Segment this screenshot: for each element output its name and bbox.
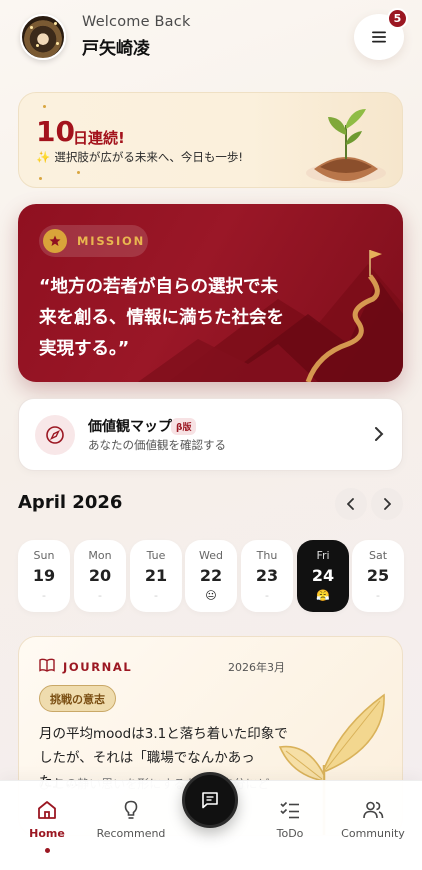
tab-recommend[interactable]: Recommend [86,799,176,840]
menu-button[interactable]: 5 [354,8,408,60]
values-map-subtitle: あなたの価値観を確認する [88,438,226,452]
checklist-icon [280,801,299,819]
tab-community[interactable]: Community [328,799,418,840]
chat-icon [202,792,218,809]
chevron-right-icon [375,427,384,441]
chevron-right-icon [384,498,391,510]
tab-todo[interactable]: ToDo [245,799,335,840]
menu-icon [372,31,386,43]
star-icon [43,229,67,253]
day-wed[interactable]: Wed 22 😐 [185,540,237,612]
day-thu[interactable]: Thu 23- [241,540,293,612]
mission-tag: MISSION [39,225,148,257]
values-map-title: 価値観マップ [88,419,172,435]
users-icon [363,801,384,819]
day-sat[interactable]: Sat 25- [352,540,404,612]
avatar[interactable] [20,14,66,60]
day-mon[interactable]: Mon 20- [74,540,126,612]
header: Welcome Back 戸矢崎凌 5 [20,8,408,64]
chat-button[interactable] [182,772,238,828]
mission-statement: “地方の若者が自らの選択で未来を創る、情報に満ちた社会を実現する。” [39,277,284,359]
streak-label: 日連続! [73,129,125,147]
lightbulb-icon [124,800,138,819]
week-strip: Sun 19- Mon 20- Tue 21- Wed 22 😐 Thu 23- Fri 24… [18,540,404,612]
welcome-text: Welcome Back [82,14,191,30]
prev-week-button[interactable] [335,488,367,520]
mood-emoji: 😤 [316,589,330,602]
next-week-button[interactable] [371,488,403,520]
calendar-title: April 2026 [18,492,123,513]
mission-card[interactable]: MISSION “地方の若者が自らの選択で未来を創る、情報に満ちた社会を実現する… [18,204,403,382]
streak-subtitle: ✨ 選択肢が広がる未来へ、今日も一歩! [36,150,243,164]
sprout-icon [306,109,386,183]
compass-icon [35,415,75,455]
day-sun[interactable]: Sun 19- [18,540,70,612]
chevron-left-icon [347,498,354,510]
tab-home[interactable]: Home [2,799,92,853]
day-fri-selected[interactable]: Fri 24 😤 [297,540,349,612]
streak-card[interactable]: 10 日連続! ✨ 選択肢が広がる未来へ、今日も一歩! [18,92,403,188]
active-indicator [44,848,50,853]
sparkle-icon: ✨ [36,150,51,164]
book-icon [39,658,55,672]
notification-badge: 5 [387,8,408,29]
streak-count: 10 [36,115,75,148]
values-map-card[interactable]: 価値観マップ β版 あなたの価値観を確認する [18,398,403,471]
home-icon [38,801,56,819]
journal-tag: 挑戦の意志 [39,685,116,712]
mood-emoji: 😐 [205,589,217,602]
journal-date: 2026年3月 [228,661,285,674]
beta-badge: β版 [171,418,197,435]
username: 戸矢崎凌 [82,39,150,59]
day-tue[interactable]: Tue 21- [130,540,182,612]
journal-label: JOURNAL [63,660,133,674]
